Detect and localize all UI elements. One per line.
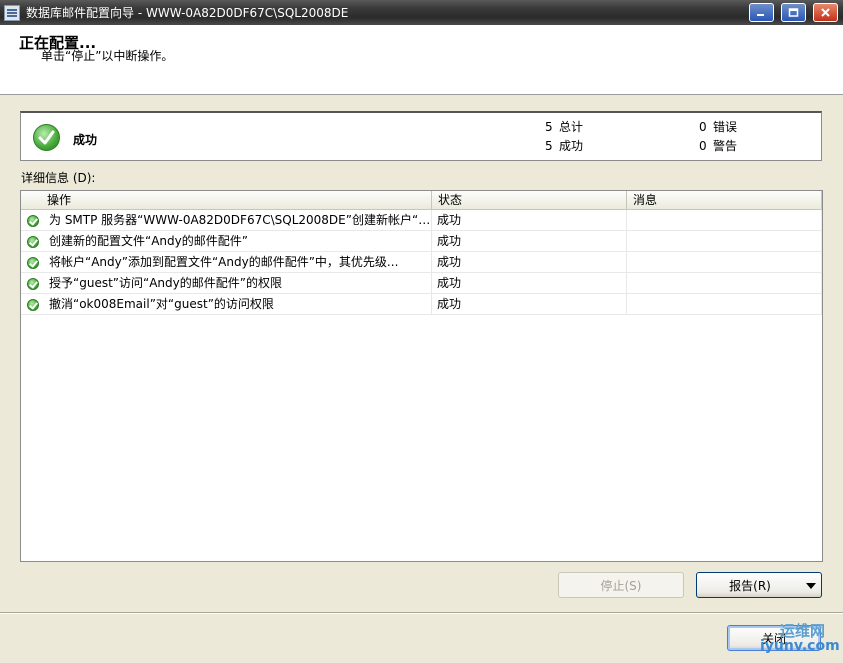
row-message <box>627 210 822 231</box>
row-message <box>627 231 822 252</box>
row-action: 撤消“ok008Email”对“guest”的访问权限 <box>49 297 274 311</box>
success-icon <box>27 256 39 269</box>
column-header-action[interactable]: 操作 <box>21 191 432 210</box>
row-status: 成功 <box>432 210 627 231</box>
success-icon <box>27 214 39 227</box>
minimize-icon <box>757 14 764 16</box>
stat-total: 5 总计 <box>545 120 584 134</box>
row-status: 成功 <box>432 294 627 315</box>
table-row[interactable]: 将帐户“Andy”添加到配置文件“Andy的邮件配件”中，其优先级... 成功 <box>21 252 822 273</box>
success-icon <box>27 235 39 248</box>
close-window-button[interactable] <box>813 3 838 22</box>
row-action: 授予“guest”访问“Andy的邮件配件”的权限 <box>49 276 282 290</box>
table-header: 操作 状态 消息 <box>21 191 822 210</box>
summary-panel: 成功 5 总计 5 成功 0 错误 0 警告 <box>20 111 822 161</box>
table-row[interactable]: 授予“guest”访问“Andy的邮件配件”的权限 成功 <box>21 273 822 294</box>
row-action: 为 SMTP 服务器“WWW-0A82D0DF67C\SQL2008DE”创建新… <box>49 213 431 227</box>
success-icon <box>27 277 39 290</box>
stat-errors: 0 错误 <box>699 120 738 134</box>
details-table[interactable]: 操作 状态 消息 为 SMTP 服务器“WWW-0A82D0DF67C\SQL2… <box>20 190 823 562</box>
wizard-header: 正在配置... 单击“停止”以中断操作。 <box>0 25 843 95</box>
row-message <box>627 252 822 273</box>
success-check-icon <box>33 124 60 151</box>
title-bar: 数据库邮件配置向导 - WWW-0A82D0DF67C\SQL2008DE <box>0 0 843 25</box>
success-icon <box>27 298 39 311</box>
minimize-button[interactable] <box>749 3 774 22</box>
row-status: 成功 <box>432 273 627 294</box>
table-row[interactable]: 创建新的配置文件“Andy的邮件配件” 成功 <box>21 231 822 252</box>
page-subtitle: 单击“停止”以中断操作。 <box>41 49 174 63</box>
summary-status: 成功 <box>73 133 98 147</box>
row-status: 成功 <box>432 231 627 252</box>
app-icon <box>4 4 20 21</box>
stat-success: 5 成功 <box>545 139 584 153</box>
footer-divider <box>0 612 843 614</box>
report-button[interactable]: 报告(R) <box>696 572 822 598</box>
row-status: 成功 <box>432 252 627 273</box>
details-label: 详细信息 (D): <box>21 171 96 185</box>
column-header-status[interactable]: 状态 <box>432 191 627 210</box>
table-row[interactable]: 撤消“ok008Email”对“guest”的访问权限 成功 <box>21 294 822 315</box>
watermark-text-2: iyunv.com <box>760 638 840 654</box>
stop-button-label: 停止(S) <box>600 578 642 593</box>
row-action: 创建新的配置文件“Andy的邮件配件” <box>49 234 248 248</box>
row-message <box>627 273 822 294</box>
close-icon <box>821 8 830 17</box>
maximize-button[interactable] <box>781 3 806 22</box>
table-row[interactable]: 为 SMTP 服务器“WWW-0A82D0DF67C\SQL2008DE”创建新… <box>21 210 822 231</box>
window-title: 数据库邮件配置向导 - WWW-0A82D0DF67C\SQL2008DE <box>26 6 349 20</box>
row-action: 将帐户“Andy”添加到配置文件“Andy的邮件配件”中，其优先级... <box>49 255 399 269</box>
column-header-message[interactable]: 消息 <box>627 191 822 210</box>
row-message <box>627 294 822 315</box>
dropdown-arrow-icon <box>806 583 816 589</box>
stat-warnings: 0 警告 <box>699 139 738 153</box>
maximize-icon <box>788 8 799 17</box>
stop-button[interactable]: 停止(S) <box>558 572 684 598</box>
report-button-label: 报告(R) <box>729 578 771 593</box>
